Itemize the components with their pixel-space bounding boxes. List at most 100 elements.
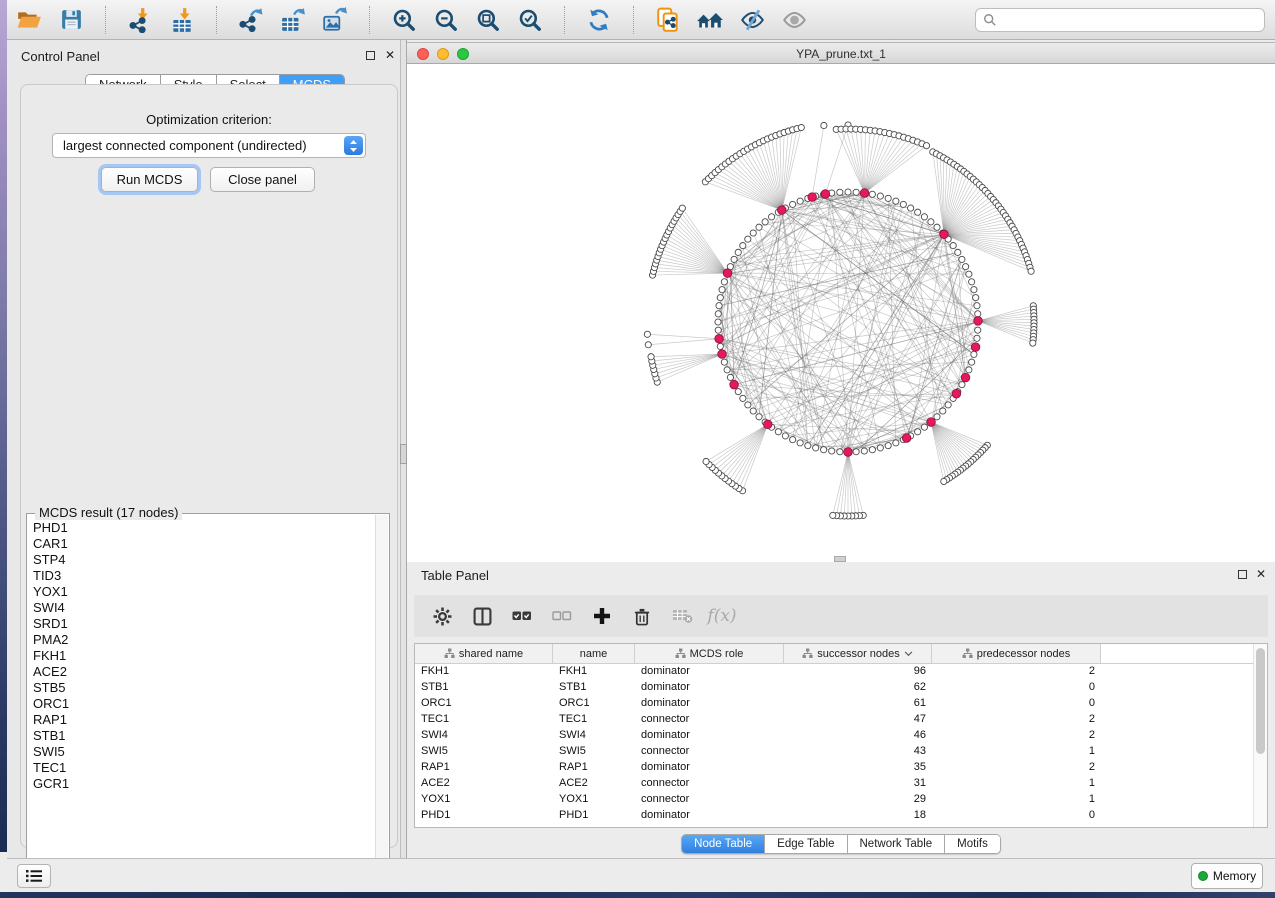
ring-node[interactable] bbox=[756, 414, 762, 420]
ring-node[interactable] bbox=[959, 382, 965, 388]
mcds-hub-node[interactable] bbox=[763, 420, 772, 429]
mcds-hub-node[interactable] bbox=[715, 334, 724, 343]
ring-node[interactable] bbox=[974, 335, 980, 341]
leaf-node[interactable] bbox=[798, 124, 804, 130]
ring-node[interactable] bbox=[797, 198, 803, 204]
mcds-hub-node[interactable] bbox=[971, 343, 980, 352]
ring-node[interactable] bbox=[829, 448, 835, 454]
delete-column-button[interactable] bbox=[630, 605, 654, 627]
function-builder-button[interactable]: f(x) bbox=[710, 605, 734, 627]
zoom-in-button[interactable] bbox=[387, 3, 421, 37]
mcds-result-item[interactable]: ACE2 bbox=[28, 664, 376, 680]
ring-node[interactable] bbox=[745, 236, 751, 242]
mcds-hub-node[interactable] bbox=[961, 373, 970, 382]
ring-node[interactable] bbox=[740, 395, 746, 401]
mcds-result-item[interactable]: YOX1 bbox=[28, 584, 376, 600]
close-panel-button[interactable]: Close panel bbox=[210, 167, 315, 192]
ring-node[interactable] bbox=[950, 242, 956, 248]
mcds-hub-node[interactable] bbox=[808, 193, 817, 202]
ring-node[interactable] bbox=[915, 209, 921, 215]
ring-node[interactable] bbox=[727, 374, 733, 380]
ring-node[interactable] bbox=[717, 343, 723, 349]
mcds-result-item[interactable]: FKH1 bbox=[28, 648, 376, 664]
ring-node[interactable] bbox=[974, 303, 980, 309]
export-network-button[interactable] bbox=[234, 3, 268, 37]
ring-node[interactable] bbox=[945, 402, 951, 408]
ring-node[interactable] bbox=[735, 249, 741, 255]
add-column-button[interactable] bbox=[590, 605, 614, 627]
ring-node[interactable] bbox=[934, 414, 940, 420]
ring-node[interactable] bbox=[724, 367, 730, 373]
column-header-MCDS-role[interactable]: MCDS role bbox=[635, 644, 784, 663]
ring-node[interactable] bbox=[717, 295, 723, 301]
mcds-hub-node[interactable] bbox=[778, 206, 787, 215]
network-window-titlebar[interactable]: YPA_prune.txt_1 bbox=[407, 42, 1275, 64]
column-header-predecessor-nodes[interactable]: predecessor nodes bbox=[932, 644, 1101, 663]
table-scrollbar[interactable] bbox=[1253, 644, 1267, 827]
run-mcds-button[interactable]: Run MCDS bbox=[101, 167, 198, 192]
mcds-hub-node[interactable] bbox=[821, 190, 830, 199]
mcds-hub-node[interactable] bbox=[723, 269, 732, 278]
ring-node[interactable] bbox=[731, 256, 737, 262]
ring-node[interactable] bbox=[756, 224, 762, 230]
mcds-result-item[interactable]: STB5 bbox=[28, 680, 376, 696]
export-table-button[interactable] bbox=[276, 3, 310, 37]
zoom-selected-button[interactable] bbox=[513, 3, 547, 37]
float-window-icon[interactable] bbox=[1238, 570, 1247, 579]
zoom-fit-button[interactable] bbox=[471, 3, 505, 37]
search-input[interactable] bbox=[1002, 10, 1264, 30]
select-all-button[interactable] bbox=[510, 605, 534, 627]
close-icon[interactable]: ✕ bbox=[385, 50, 395, 60]
ring-node[interactable] bbox=[845, 189, 851, 195]
close-icon[interactable]: ✕ bbox=[1256, 569, 1266, 579]
import-table-button[interactable] bbox=[165, 3, 199, 37]
vertical-splitter[interactable] bbox=[400, 40, 407, 858]
ring-node[interactable] bbox=[900, 201, 906, 207]
table-row[interactable]: TEC1TEC1connector472 bbox=[415, 712, 1267, 728]
mcds-hub-node[interactable] bbox=[927, 418, 936, 427]
table-row[interactable]: PHD1PHD1dominator180 bbox=[415, 808, 1267, 824]
ring-node[interactable] bbox=[940, 408, 946, 414]
ring-node[interactable] bbox=[735, 389, 741, 395]
column-settings-gear-button[interactable] bbox=[430, 605, 454, 627]
mcds-hub-node[interactable] bbox=[974, 317, 983, 326]
ring-node[interactable] bbox=[853, 189, 859, 195]
ring-node[interactable] bbox=[790, 437, 796, 443]
ring-node[interactable] bbox=[959, 256, 965, 262]
ring-node[interactable] bbox=[715, 319, 721, 325]
ring-node[interactable] bbox=[715, 311, 721, 317]
ring-node[interactable] bbox=[813, 445, 819, 451]
ring-node[interactable] bbox=[715, 327, 721, 333]
leaf-node[interactable] bbox=[679, 205, 685, 211]
mcds-result-item[interactable]: STB1 bbox=[28, 728, 376, 744]
ring-node[interactable] bbox=[762, 219, 768, 225]
hide-selected-button[interactable] bbox=[735, 3, 769, 37]
ring-node[interactable] bbox=[973, 295, 979, 301]
ring-node[interactable] bbox=[971, 287, 977, 293]
tab-node-table[interactable]: Node Table bbox=[682, 835, 765, 853]
leaf-node[interactable] bbox=[644, 331, 650, 337]
mcds-hub-node[interactable] bbox=[952, 389, 961, 398]
ring-node[interactable] bbox=[975, 311, 981, 317]
leaf-node[interactable] bbox=[821, 122, 827, 128]
leaf-node[interactable] bbox=[703, 458, 709, 464]
ring-node[interactable] bbox=[750, 230, 756, 236]
leaf-node[interactable] bbox=[830, 512, 836, 518]
split-panel-button[interactable] bbox=[470, 605, 494, 627]
ring-node[interactable] bbox=[745, 402, 751, 408]
table-row[interactable]: STB1STB1dominator620 bbox=[415, 680, 1267, 696]
mcds-result-scrollbar[interactable] bbox=[375, 515, 388, 873]
ring-node[interactable] bbox=[821, 447, 827, 453]
ring-node[interactable] bbox=[928, 219, 934, 225]
mcds-result-item[interactable]: GCR1 bbox=[28, 776, 376, 792]
mcds-hub-node[interactable] bbox=[860, 189, 869, 198]
ring-node[interactable] bbox=[971, 351, 977, 357]
table-row[interactable]: ORC1ORC1dominator610 bbox=[415, 696, 1267, 712]
ring-node[interactable] bbox=[853, 449, 859, 455]
column-header-shared-name[interactable]: shared name bbox=[415, 644, 553, 663]
leaf-node[interactable] bbox=[1028, 268, 1034, 274]
ring-node[interactable] bbox=[885, 195, 891, 201]
ring-node[interactable] bbox=[921, 214, 927, 220]
ring-node[interactable] bbox=[775, 429, 781, 435]
memory-button[interactable]: Memory bbox=[1191, 863, 1263, 889]
